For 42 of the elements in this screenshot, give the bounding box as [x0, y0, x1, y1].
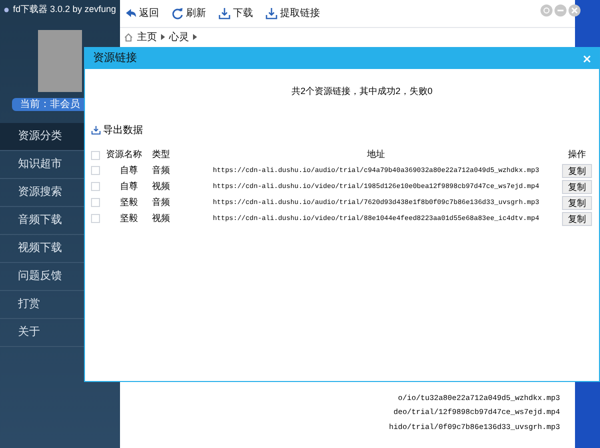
skin-button[interactable] [540, 4, 553, 17]
toolbar-button[interactable]: 下载 [218, 6, 253, 21]
select-all-checkbox[interactable] [91, 150, 100, 160]
table-cell-text: 自尊 [119, 180, 139, 193]
table-cell-text: 坚毅 [119, 196, 139, 209]
window-title: fd下载器 3.0.2 by zevfung [12, 3, 116, 16]
back-arrow-icon [124, 7, 137, 20]
download-icon [91, 125, 101, 135]
home-icon [124, 32, 133, 42]
copy-button[interactable]: 复制 [562, 196, 592, 210]
table-cell-text: 视频 [152, 180, 171, 193]
download-icon [265, 7, 278, 20]
table-cell-text: 视频 [152, 212, 171, 225]
row-checkbox[interactable] [91, 166, 100, 175]
table-cell-text: 音频 [152, 196, 171, 209]
close-icon[interactable] [583, 54, 591, 62]
row-checkbox[interactable] [91, 198, 100, 207]
toolbar-button[interactable]: 返回 [124, 6, 159, 21]
toolbar-button[interactable]: 提取链接 [265, 6, 320, 21]
table-cell-text: 音频 [152, 164, 171, 177]
refresh-icon [171, 7, 184, 20]
copy-button[interactable]: 复制 [562, 164, 592, 178]
copy-button[interactable]: 复制 [562, 180, 592, 194]
row-checkbox[interactable] [91, 182, 100, 191]
row-checkbox[interactable] [91, 214, 100, 223]
table-cell-text: 自尊 [119, 164, 139, 177]
breadcrumb-item[interactable]: 心灵 [169, 30, 189, 44]
column-header: 类型 [152, 148, 171, 162]
breadcrumb-item[interactable]: 主页 [137, 30, 157, 44]
copy-button[interactable]: 复制 [562, 212, 592, 226]
avatar-placeholder [38, 30, 82, 92]
toolbar-button[interactable]: 刷新 [171, 6, 206, 21]
summary-text: 共2个资源链接，其中成功2，失败0 [290, 85, 433, 98]
caret-icon [161, 34, 165, 40]
close-button[interactable] [568, 4, 581, 17]
column-header: 地址 [366, 148, 386, 162]
column-header: 操作 [567, 148, 587, 162]
download-icon [218, 7, 231, 20]
dialog-title: 资源链接 [93, 50, 137, 66]
app-logo-icon [4, 5, 9, 15]
table-cell-text: 坚毅 [119, 212, 139, 225]
caret-icon [193, 34, 197, 40]
